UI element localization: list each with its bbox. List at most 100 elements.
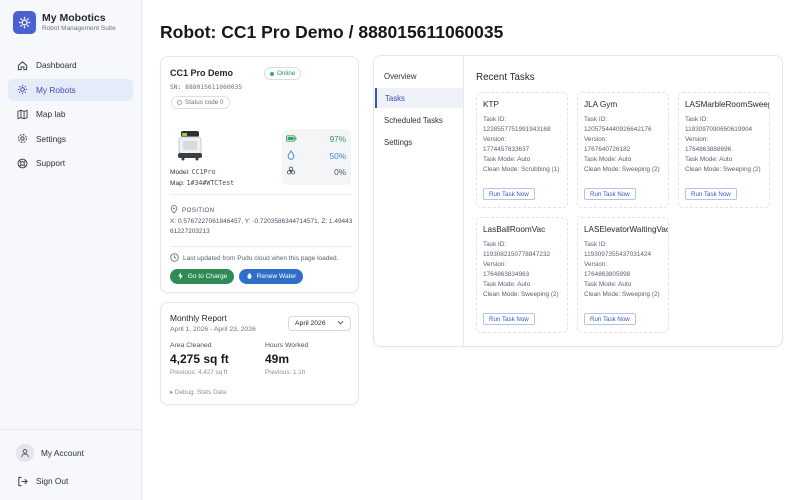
run-task-now-button[interactable]: Run Task Now — [483, 313, 535, 325]
task-version-label: Version: — [685, 136, 709, 143]
run-task-now-button[interactable]: Run Task Now — [584, 313, 636, 325]
task-clean-mode: Clean Mode: Sweeping (2) — [584, 291, 660, 298]
water-drop-icon — [286, 150, 296, 162]
month-select[interactable]: April 2026 — [288, 316, 351, 331]
waste-level: 0% — [286, 166, 346, 178]
sidebar-item-label: Dashboard — [36, 60, 77, 70]
sidebar-item-label: Map lab — [36, 109, 66, 119]
battery-icon — [286, 134, 297, 145]
sign-out-label: Sign Out — [36, 476, 69, 486]
tab-settings[interactable]: Settings — [375, 132, 463, 152]
chevron-down-icon — [337, 320, 344, 327]
run-task-now-button[interactable]: Run Task Now — [685, 188, 737, 200]
clock-icon — [170, 253, 179, 264]
robot-card: CC1 Pro Demo Online SN: 888015611060035 … — [160, 56, 359, 293]
task-id: 1193097355437031424 — [584, 251, 652, 258]
task-details: Task ID: 1193082150778847232 Version: 17… — [483, 240, 567, 300]
hours-worked-previous: Previous: 1.1h — [265, 369, 306, 376]
tab-tasks[interactable]: Tasks — [375, 88, 463, 108]
position-label: POSITION — [182, 207, 215, 214]
robot-name: CC1 Pro Demo — [170, 68, 234, 78]
sidebar-item-dashboard[interactable]: Dashboard — [8, 54, 133, 76]
map-value: 1#34#WTCTest — [186, 179, 235, 187]
task-clean-mode: Clean Mode: Sweeping (2) — [685, 166, 761, 173]
tab-overview[interactable]: Overview — [375, 66, 463, 86]
water-value: 50% — [329, 151, 346, 161]
position-heading: POSITION — [170, 205, 215, 216]
hours-worked-stat: Hours Worked 49m Previous: 1.1h — [265, 342, 308, 376]
area-cleaned-previous: Previous: 4,427 sq ft — [170, 369, 228, 376]
my-account-label: My Account — [41, 448, 84, 458]
task-id: 1228557751991943168 — [483, 126, 551, 133]
task-name: LASElevatorWaitingVac — [584, 225, 669, 234]
last-updated-note: Last updated from Pudu cloud when this p… — [170, 253, 338, 264]
task-id-label: Task ID: — [685, 116, 709, 123]
avatar — [16, 444, 34, 462]
sidebar-item-label: Settings — [36, 133, 66, 144]
task-version: 1774457833637 — [483, 146, 530, 153]
online-label: Online — [277, 70, 296, 77]
task-card: LASElevatorWaitingVac Task ID: 119309735… — [577, 217, 669, 333]
my-account-link[interactable]: My Account — [16, 444, 84, 462]
sidebar-item-support[interactable]: Support — [8, 152, 133, 174]
task-version: 1764863888696 — [685, 146, 732, 153]
online-badge: Online — [264, 67, 302, 80]
sidebar-footer: My Account Sign Out — [0, 429, 142, 486]
task-name: LasBallRoomVac — [483, 225, 546, 234]
robot-model-info: Model: CC1Pro Map: 1#34#WTCTest — [170, 167, 234, 189]
map-label: Map: — [170, 180, 185, 187]
divider — [170, 194, 351, 195]
status-label: Status code 0 — [185, 99, 224, 106]
task-mode: Task Mode: Auto — [483, 156, 531, 163]
brand[interactable]: My Mobotics Robot Management Suite — [13, 11, 116, 34]
hours-worked-value: 49m — [265, 352, 290, 366]
task-mode: Task Mode: Auto — [584, 281, 632, 288]
task-version-label: Version: — [483, 261, 507, 268]
model-label: Model: — [170, 169, 190, 176]
report-date-range: April 1, 2026 - April 23, 2026 — [170, 326, 256, 333]
sidebar-nav: Dashboard My Robots Map lab Settings Sup… — [8, 54, 133, 177]
brand-logo-icon — [13, 11, 36, 34]
location-pin-icon — [170, 205, 178, 216]
renew-water-button[interactable]: Renew Water — [239, 269, 303, 284]
divider — [170, 246, 351, 247]
task-version-label: Version: — [483, 136, 507, 143]
task-clean-mode: Clean Mode: Sweeping (2) — [584, 166, 660, 173]
robot-image — [175, 129, 205, 161]
task-id-label: Task ID: — [584, 116, 608, 123]
serial-number: SN: 888015611060035 — [170, 84, 243, 91]
task-details: Task ID: 1193097090650619904 Version: 17… — [685, 115, 769, 175]
area-cleaned-stat: Area Cleaned 4,275 sq ft Previous: 4,427… — [170, 342, 229, 376]
debug-stats-toggle[interactable]: ▸ Debug: Stats Data — [170, 389, 226, 396]
area-cleaned-value: 4,275 sq ft — [170, 352, 229, 366]
task-mode: Task Mode: Auto — [483, 281, 531, 288]
online-dot-icon — [270, 71, 274, 76]
task-clean-mode: Clean Mode: Scrubbing (1) — [483, 166, 560, 173]
battery-value: 97% — [329, 135, 346, 144]
task-version: 1767640726182 — [584, 146, 631, 153]
water-drop-icon — [246, 272, 253, 282]
brand-subtitle: Robot Management Suite — [42, 25, 116, 32]
sidebar-item-settings[interactable]: Settings — [8, 128, 133, 150]
sidebar-item-my-robots[interactable]: My Robots — [8, 78, 133, 101]
run-task-now-button[interactable]: Run Task Now — [584, 188, 636, 200]
go-to-charge-label: Go to Charge — [187, 273, 228, 280]
status-badge: Status code 0 — [171, 96, 230, 109]
task-card: LASMarbleRoomSweepVac Task ID: 119309709… — [678, 92, 770, 208]
sign-out-button[interactable]: Sign Out — [16, 475, 68, 487]
model-value: CC1Pro — [191, 168, 216, 176]
page-title: Robot: CC1 Pro Demo / 888015611060035 — [160, 22, 504, 42]
task-id-label: Task ID: — [483, 116, 507, 123]
map-icon — [16, 108, 28, 120]
tab-scheduled-tasks[interactable]: Scheduled Tasks — [375, 110, 463, 130]
sidebar-item-map-lab[interactable]: Map lab — [8, 103, 133, 125]
task-id-label: Task ID: — [483, 241, 507, 248]
go-to-charge-button[interactable]: Go to Charge — [170, 269, 234, 284]
task-name: LASMarbleRoomSweepVac — [685, 100, 769, 109]
task-id: 1193082150778847232 — [483, 251, 551, 258]
renew-water-label: Renew Water — [256, 273, 297, 280]
task-name: KTP — [483, 100, 499, 109]
run-task-now-button[interactable]: Run Task Now — [483, 188, 535, 200]
sidebar-item-label: My Robots — [36, 84, 76, 95]
task-version: 1764863805998 — [584, 271, 631, 278]
